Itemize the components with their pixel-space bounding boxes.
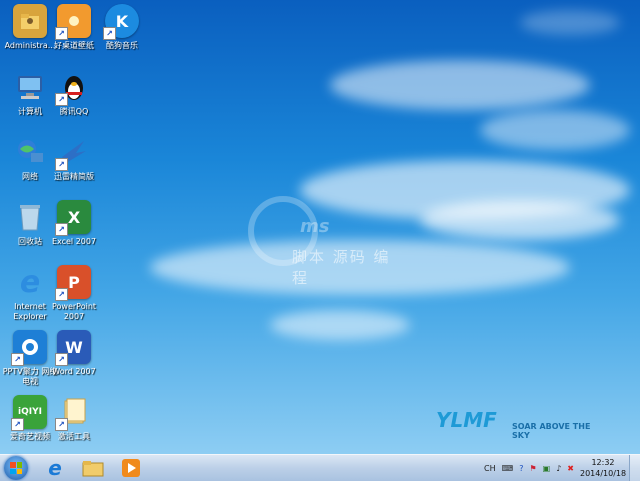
desktop-icon-word[interactable]: W ↗ Word 2007 [44, 330, 104, 377]
network-icon[interactable]: ▣ [543, 464, 551, 473]
taskbar-explorer-button[interactable] [76, 456, 110, 480]
shortcut-arrow-icon: ↗ [55, 418, 68, 431]
desktop-icon-qq[interactable]: ↗ 腾讯QQ [44, 70, 104, 117]
desktop-icon-label: 腾讯QQ [59, 107, 89, 116]
watermark-brand: ms [300, 216, 330, 237]
desktop-icon-activation-tool[interactable]: ↗ 激活工具 [44, 395, 104, 442]
desktop-icon-label: 迅雷精简版 [54, 172, 94, 181]
bin-icon [13, 200, 47, 234]
clock-date: 2014/10/18 [580, 469, 627, 478]
help-icon[interactable]: ? [519, 464, 523, 473]
word-icon: W ↗ [55, 330, 91, 366]
desktop-icon-label: Word 2007 [52, 367, 96, 376]
desktop[interactable]: Administra... ↗ 好桌道壁纸 K ↗ 酷狗音乐 计算机 ↗ 腾讯Q… [0, 0, 640, 454]
computer-icon [13, 70, 47, 104]
bird-icon: ↗ [55, 135, 91, 171]
folder-icon: ↗ [55, 395, 91, 431]
desktop-icon-xunlei[interactable]: ↗ 迅雷精简版 [44, 135, 104, 182]
desktop-icon-excel[interactable]: X ↗ Excel 2007 [44, 200, 104, 247]
pptv-icon: ↗ [11, 330, 47, 366]
ie-icon: e [48, 456, 62, 480]
desktop-icon-powerpoint[interactable]: P ↗ PowerPoint 2007 [44, 265, 104, 322]
shortcut-arrow-icon: ↗ [55, 223, 68, 236]
desktop-icon-label: 酷狗音乐 [106, 41, 138, 50]
taskbar-media-button[interactable] [114, 456, 148, 480]
ie-icon: e [19, 264, 41, 300]
watermark: ms 脚本 源码 编程 [248, 196, 398, 287]
powerpoint-icon: P ↗ [55, 265, 91, 301]
penguin-icon: ↗ [55, 70, 91, 106]
taskbar: e CH ⌨ ? ⚑ ▣ ♪ ✖ 12:32 2014/10/18 [0, 454, 640, 481]
desktop-icon-label: Excel 2007 [51, 237, 97, 246]
clock[interactable]: 12:32 2014/10/18 [580, 457, 626, 479]
start-button[interactable] [4, 456, 28, 480]
clock-time: 12:32 [591, 458, 615, 467]
desktop-icon-label: 激活工具 [58, 432, 90, 441]
ylmf-branding: YLMF SOAR ABOVE THE SKY [436, 408, 606, 440]
taskbar-ie-button[interactable]: e [38, 456, 72, 480]
shortcut-arrow-icon: ↗ [55, 27, 68, 40]
media-player-icon [122, 459, 140, 477]
system-tray: CH ⌨ ? ⚑ ▣ ♪ ✖ [484, 455, 574, 481]
shortcut-arrow-icon: ↗ [55, 93, 68, 106]
keyboard-icon[interactable]: ⌨ [502, 464, 514, 473]
shortcut-arrow-icon: ↗ [55, 353, 68, 366]
network-icon [13, 135, 47, 169]
shortcut-arrow-icon: ↗ [11, 353, 24, 366]
language-indicator[interactable]: CH [484, 464, 496, 473]
folder-user-icon [13, 4, 47, 38]
sun-icon: ↗ [55, 4, 91, 40]
shortcut-arrow-icon: ↗ [103, 27, 116, 40]
ylmf-logo: YLMF [436, 408, 497, 432]
kugou-icon: K ↗ [103, 4, 139, 40]
shortcut-arrow-icon: ↗ [55, 158, 68, 171]
desktop-icon-kugou[interactable]: K ↗ 酷狗音乐 [92, 4, 152, 51]
volume-icon[interactable]: ♪ [556, 464, 561, 473]
ylmf-tagline: SOAR ABOVE THE SKY [512, 422, 591, 440]
shortcut-arrow-icon: ↗ [55, 288, 68, 301]
flag-icon[interactable]: ⚑ [529, 464, 536, 473]
excel-icon: X ↗ [55, 200, 91, 236]
watermark-text: 脚本 源码 编程 [292, 248, 391, 287]
folder-icon [82, 461, 104, 477]
iqiyi-icon: iQIYI ↗ [11, 395, 47, 431]
desktop-icon-label: PowerPoint 2007 [51, 302, 97, 321]
show-desktop-button[interactable] [629, 455, 640, 481]
windows-flag-icon [10, 462, 22, 474]
shortcut-arrow-icon: ↗ [11, 418, 24, 431]
security-icon[interactable]: ✖ [567, 464, 574, 473]
